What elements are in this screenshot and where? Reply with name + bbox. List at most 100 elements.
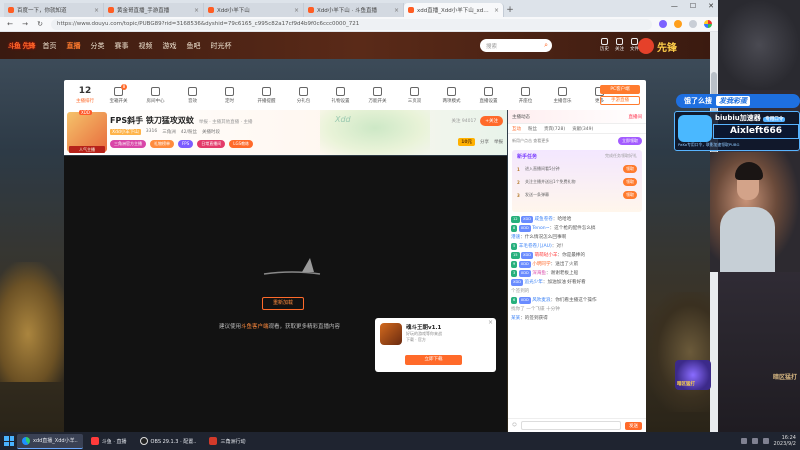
toolbar-item[interactable]: 万能开关 bbox=[359, 86, 396, 104]
chat-username[interactable]: 追光少年 bbox=[524, 280, 542, 285]
anchor-news-tab[interactable]: 主播动态 bbox=[512, 114, 530, 120]
back-icon[interactable]: ← bbox=[6, 20, 14, 28]
favorites-icon[interactable] bbox=[689, 20, 697, 28]
wifi-icon[interactable] bbox=[751, 438, 758, 444]
maximize-icon[interactable]: ☐ bbox=[690, 2, 696, 10]
toolbar-item[interactable]: 8 宝箱开关 bbox=[100, 83, 137, 104]
tab-close-icon[interactable]: × bbox=[194, 7, 199, 14]
volume-icon[interactable] bbox=[762, 438, 769, 444]
profile-icon[interactable] bbox=[704, 20, 712, 28]
client-link[interactable]: 斗鱼客户端 bbox=[241, 324, 269, 330]
taskbar-app[interactable]: 斗鱼 · 直播 bbox=[86, 434, 132, 449]
chat-username[interactable]: 某某 bbox=[511, 316, 520, 321]
windows-start-icon[interactable] bbox=[4, 436, 14, 446]
nav-video[interactable]: 视频 bbox=[138, 41, 152, 51]
tab-close-icon[interactable]: × bbox=[494, 7, 499, 14]
quest-claim-button[interactable]: 领取 bbox=[623, 191, 637, 199]
toolbar-item[interactable]: 三页双 bbox=[396, 86, 433, 104]
forward-icon[interactable]: → bbox=[21, 20, 29, 28]
ad-close-icon[interactable]: × bbox=[488, 319, 493, 326]
tab-interact[interactable]: 互动 bbox=[512, 126, 521, 132]
toolbar-item[interactable]: 分礼包 bbox=[285, 86, 322, 104]
reload-button[interactable]: 重新加载 bbox=[262, 297, 304, 310]
follow-button[interactable]: +关注 bbox=[480, 116, 503, 126]
tag-chip[interactable]: 三角洲官方主播 bbox=[110, 140, 146, 148]
tab-close-icon[interactable]: × bbox=[394, 7, 399, 14]
ad-download-button[interactable]: 立即下载 bbox=[405, 355, 462, 365]
claim-button[interactable]: 立即领取 bbox=[618, 137, 642, 145]
browser-tab[interactable]: 黄金哥直播_手游直播 × bbox=[104, 3, 204, 17]
chat-username[interactable]: 萌萌哒小羊 bbox=[535, 253, 558, 258]
streamer-avatar[interactable]: XDD 人气主播 bbox=[67, 110, 107, 153]
tab-fans[interactable]: 粉丝 bbox=[528, 126, 537, 132]
quest-claim-button[interactable]: 领取 bbox=[623, 165, 637, 173]
nav-events[interactable]: 赛事 bbox=[114, 41, 128, 51]
search-input[interactable]: 搜索 ⌕ bbox=[480, 39, 552, 52]
chat-username[interactable]: 咸鱼卷卷 bbox=[535, 217, 553, 222]
nav-games[interactable]: 游戏 bbox=[162, 41, 176, 51]
toolbar-item[interactable]: 房间中心 bbox=[137, 86, 174, 104]
browser-tab[interactable]: 百度一下，你就知道 × bbox=[4, 3, 104, 17]
toolbar-item[interactable]: 开座位 bbox=[507, 86, 544, 104]
site-logo[interactable]: 斗鱼 先锋 bbox=[8, 40, 35, 51]
tab-close-icon[interactable]: × bbox=[94, 7, 99, 14]
toolbar-item[interactable]: 直播设置 bbox=[470, 86, 507, 104]
toolbar-item[interactable]: 开播提醒 bbox=[248, 86, 285, 104]
extension-icon[interactable] bbox=[659, 20, 667, 28]
browser-tab[interactable]: Xdd小羊下山 × bbox=[204, 3, 304, 17]
report-link[interactable]: 举报 bbox=[494, 139, 503, 145]
taskbar-app[interactable]: 三角洲行动 bbox=[204, 434, 250, 449]
tab-close-icon[interactable]: × bbox=[294, 7, 299, 14]
live-room-tab[interactable]: 直播间 bbox=[629, 114, 643, 120]
tab-vip[interactable]: 贵宾(728) bbox=[544, 126, 565, 132]
chat-username[interactable]: 小明同学 bbox=[532, 262, 550, 267]
minimize-icon[interactable]: — bbox=[671, 2, 678, 10]
nav-category[interactable]: 分类 bbox=[90, 41, 104, 51]
new-tab-icon[interactable]: + bbox=[504, 3, 516, 17]
tray-icon[interactable] bbox=[740, 438, 747, 444]
nav-live[interactable]: 直播 bbox=[66, 41, 80, 51]
nav-forum[interactable]: 鱼吧 bbox=[186, 41, 200, 51]
history-button[interactable]: 历史 bbox=[600, 38, 609, 52]
video-player[interactable]: 重新加载 建议使用斗鱼客户端观看，获取更多精彩直播内容 × 魂斗王朝v1.1 好… bbox=[64, 156, 507, 432]
reload-icon[interactable]: ↻ bbox=[36, 20, 44, 28]
coin-promo[interactable]: 10元 bbox=[458, 138, 475, 146]
clock[interactable]: 16:24 2023/9/2 bbox=[774, 435, 796, 447]
toolbar-item[interactable]: 音效 bbox=[174, 86, 211, 104]
tag-chip[interactable]: 日常直播间 bbox=[197, 140, 226, 148]
browser-tab[interactable]: Xdd小羊下山 · 斗鱼直播 × bbox=[304, 3, 404, 17]
follow-list-button[interactable]: 关注 bbox=[615, 38, 624, 52]
share-link[interactable]: 分享 bbox=[480, 139, 489, 145]
quest-claim-button[interactable]: 领取 bbox=[623, 178, 637, 186]
header-badge[interactable]: 先锋 bbox=[638, 34, 718, 58]
chat-input[interactable] bbox=[520, 421, 621, 430]
nav-home[interactable]: 首页 bbox=[42, 41, 56, 51]
chat-username[interactable]: 羊毛卷卷儿(AU) bbox=[519, 244, 552, 249]
send-button[interactable]: 发送 bbox=[625, 421, 642, 430]
chat-username[interactable]: 港速 bbox=[511, 235, 520, 240]
chat-username[interactable]: 风吹麦浪 bbox=[532, 298, 550, 303]
close-window-icon[interactable]: ✕ bbox=[708, 2, 714, 10]
tag-chip[interactable]: LGS教练 bbox=[229, 140, 254, 148]
emoji-icon[interactable]: ☺ bbox=[512, 423, 517, 428]
search-icon[interactable]: ⌕ bbox=[544, 41, 548, 50]
toolbar-item[interactable]: 两项模式 bbox=[433, 86, 470, 104]
browser-tabbar: 百度一下，你就知道 × 黄金哥直播_手游直播 × Xdd小羊下山 × Xdd小羊下山 … bbox=[0, 0, 718, 17]
browser-tab-active[interactable]: xdd直播_Xdd小羊下山_xddfps × bbox=[404, 3, 504, 17]
extension-icon[interactable] bbox=[674, 20, 682, 28]
mobile-live-button[interactable]: 手游直播 bbox=[600, 96, 640, 105]
streamer-rank[interactable]: 12 主播排行 bbox=[70, 86, 100, 104]
taskbar-app[interactable]: OBS 29.1.3 · 配置.. bbox=[135, 434, 202, 449]
tab-contribution[interactable]: 贡献(349) bbox=[572, 126, 593, 132]
toolbar-item[interactable]: 礼物设置 bbox=[322, 86, 359, 104]
taskbar-app[interactable]: xdd直播_Xdd小羊.. bbox=[17, 433, 83, 449]
toolbar-item[interactable]: 定时 bbox=[211, 86, 248, 104]
chat-username[interactable]: Tenon~ bbox=[532, 226, 549, 231]
tag-chip[interactable]: 礼物榜单 bbox=[150, 140, 174, 148]
toolbar-item[interactable]: 主播音乐 bbox=[544, 86, 581, 104]
url-input[interactable]: https://www.douyu.com/topic/PUBG89?rid=3… bbox=[51, 18, 652, 30]
nav-cup[interactable]: 时光杯 bbox=[210, 41, 231, 51]
pc-client-button[interactable]: PC客户端 bbox=[600, 85, 640, 94]
chat-username[interactable]: 深海鱼 bbox=[532, 271, 546, 276]
tag-chip[interactable]: FPS bbox=[178, 140, 194, 148]
